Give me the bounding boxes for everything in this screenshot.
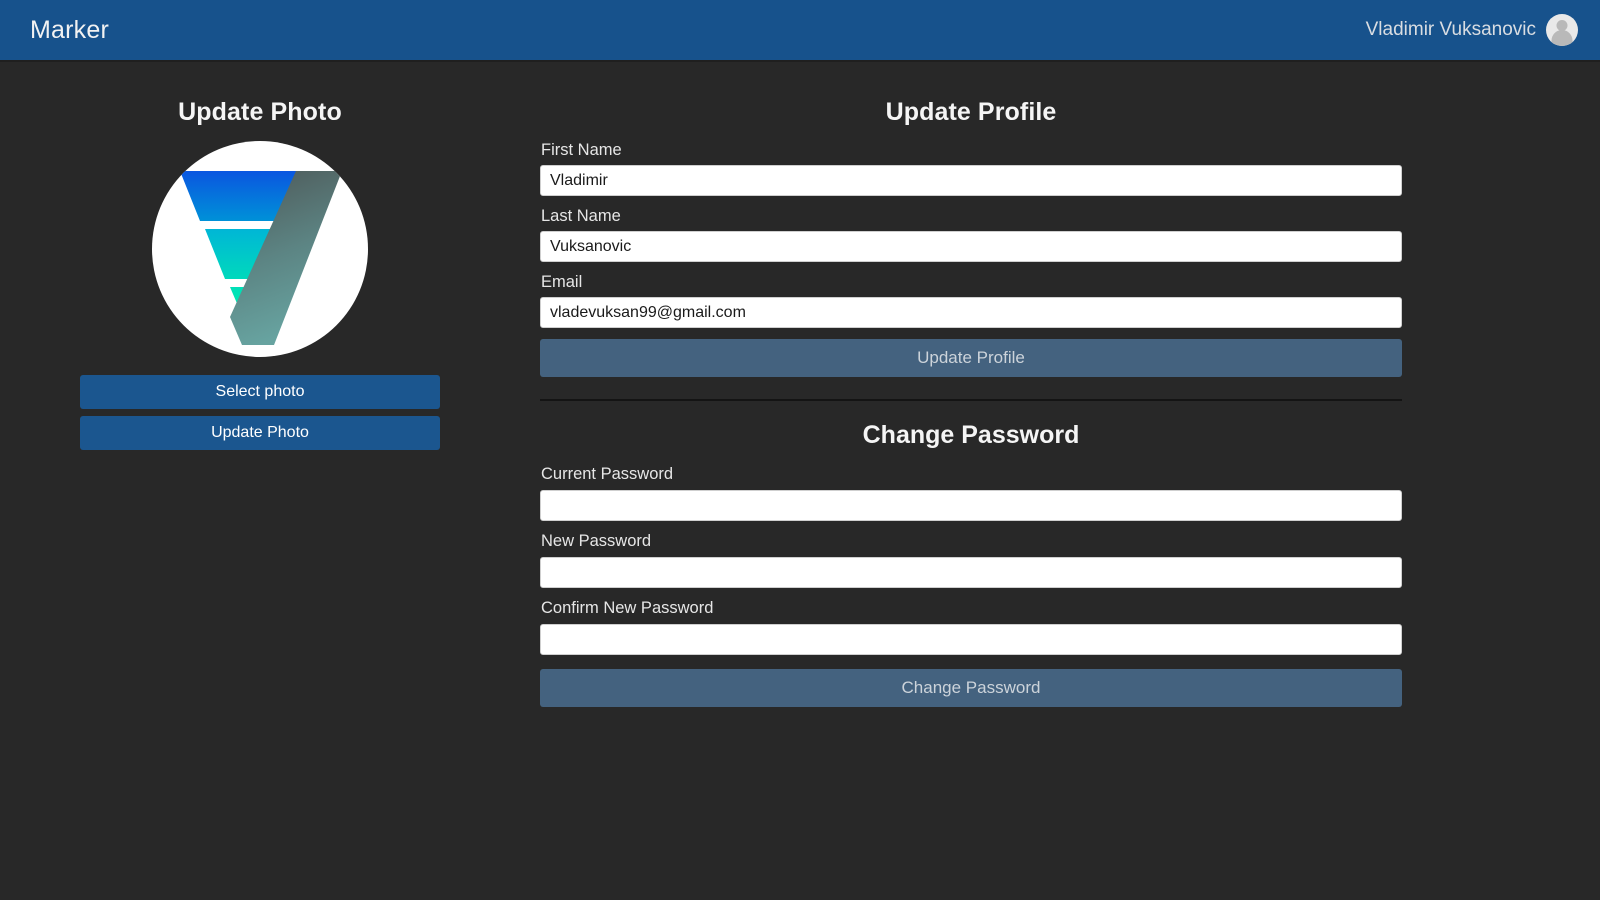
first-name-input[interactable]	[540, 165, 1402, 196]
select-photo-button[interactable]: Select photo	[80, 375, 440, 409]
update-photo-button[interactable]: Update Photo	[80, 416, 440, 450]
user-avatar-icon[interactable]	[1546, 14, 1578, 46]
first-name-group: First Name	[540, 141, 1402, 196]
last-name-label: Last Name	[541, 207, 621, 225]
update-profile-title: Update Profile	[885, 98, 1057, 126]
confirm-new-password-label: Confirm New Password	[541, 599, 714, 617]
update-profile-button[interactable]: Update Profile	[540, 339, 1402, 377]
user-name-label: Vladimir Vuksanovic	[1365, 19, 1536, 40]
new-password-label: New Password	[541, 532, 652, 550]
new-password-input[interactable]	[540, 557, 1402, 588]
page-content: Update Photo Select photo Update Photo U…	[0, 62, 1600, 707]
new-password-group: New Password	[540, 532, 1402, 588]
avatar-body-shape	[1551, 30, 1573, 46]
last-name-group: Last Name	[540, 207, 1402, 262]
change-password-submit-row: Change Password	[540, 669, 1402, 707]
last-name-input[interactable]	[540, 231, 1402, 262]
confirm-new-password-input[interactable]	[540, 624, 1402, 655]
marker-funnel-logo-icon	[160, 149, 360, 349]
email-input[interactable]	[540, 297, 1402, 328]
change-password-title: Change Password	[862, 421, 1080, 449]
email-group: Email	[540, 273, 1402, 328]
change-password-panel: Change Password Current Password New Pas…	[540, 421, 1402, 707]
section-divider	[540, 399, 1402, 401]
update-photo-panel: Update Photo Select photo Update Photo	[0, 98, 520, 450]
current-password-input[interactable]	[540, 490, 1402, 521]
profile-photo	[152, 141, 368, 357]
top-navbar: Marker Vladimir Vuksanovic	[0, 0, 1600, 62]
current-password-label: Current Password	[541, 465, 674, 483]
first-name-label: First Name	[541, 141, 622, 159]
user-menu[interactable]: Vladimir Vuksanovic	[1366, 14, 1578, 46]
update-profile-panel: Update Profile First Name Last Name Emai…	[540, 98, 1402, 377]
brand-logo-text[interactable]: Marker	[30, 17, 109, 43]
confirm-new-password-group: Confirm New Password	[540, 599, 1402, 655]
forms-column: Update Profile First Name Last Name Emai…	[540, 98, 1402, 707]
update-photo-title: Update Photo	[178, 98, 342, 126]
email-label: Email	[541, 273, 583, 291]
current-password-group: Current Password	[540, 465, 1402, 521]
photo-action-buttons: Select photo Update Photo	[80, 375, 440, 450]
change-password-button[interactable]: Change Password	[540, 669, 1402, 707]
update-profile-submit-row: Update Profile	[540, 339, 1402, 377]
